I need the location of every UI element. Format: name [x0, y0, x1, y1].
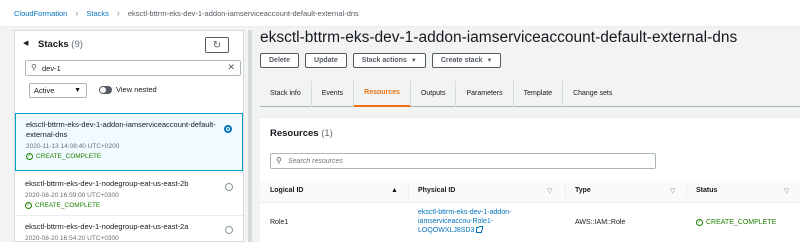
- stacks-count: (9): [71, 39, 83, 50]
- stack-radio[interactable]: [225, 183, 233, 191]
- cell-status: ✓ CREATE_COMPLETE: [696, 218, 777, 226]
- stack-list-item[interactable]: eksctl-bttrm-eks-dev-1-nodegroup-eat-us-…: [15, 172, 243, 214]
- resources-title: Resources (1): [270, 128, 333, 139]
- stacks-panel: ◀ Stacks (9) ↻ ⚲ ✕ Active ▼ View nested …: [14, 30, 244, 242]
- collapse-icon[interactable]: ◀: [23, 40, 31, 48]
- refresh-button[interactable]: ↻: [205, 37, 229, 53]
- col-logical-id[interactable]: Logical ID: [270, 187, 303, 194]
- create-stack-button[interactable]: Create stack ▼: [431, 53, 502, 68]
- col-physical-id[interactable]: Physical ID: [418, 187, 455, 194]
- stack-search-field[interactable]: ⚲ ✕: [25, 60, 241, 76]
- tab-events[interactable]: Events: [312, 80, 355, 107]
- sort-icon[interactable]: ▲: [391, 187, 398, 194]
- search-icon: ⚲: [31, 63, 37, 72]
- stack-name: eksctl-bttrm-eks-dev-1-nodegroup-eat-us-…: [25, 222, 189, 231]
- update-button[interactable]: Update: [305, 53, 347, 68]
- success-icon: ✓: [696, 219, 703, 226]
- view-nested-toggle[interactable]: [99, 86, 112, 94]
- breadcrumb-cloudformation[interactable]: CloudFormation: [14, 9, 67, 18]
- stack-radio[interactable]: [224, 125, 232, 133]
- success-icon: ✓: [26, 153, 33, 160]
- cell-type: AWS::IAM::Role: [575, 219, 626, 226]
- stacks-panel-title: Stacks (9): [38, 39, 83, 50]
- status-filter-value: Active: [34, 86, 55, 95]
- table-header: Logical ID ▲ Physical ID ▽ Type ▽ Status…: [260, 180, 800, 203]
- resources-search-input[interactable]: [288, 155, 648, 167]
- tab-change-sets[interactable]: Change sets: [563, 81, 622, 107]
- col-status[interactable]: Status: [696, 187, 717, 194]
- stack-status: ✓ CREATE_COMPLETE: [25, 202, 101, 209]
- stack-status: ✓ CREATE_COMPLETE: [26, 153, 102, 160]
- stack-detail: eksctl-bttrm-eks-dev-1-addon-iamservicea…: [252, 27, 800, 242]
- view-nested-label: View nested: [116, 85, 157, 94]
- success-icon: ✓: [25, 202, 32, 209]
- external-link-icon: [476, 226, 484, 233]
- resources-count: (1): [321, 128, 333, 139]
- chevron-right-icon: ›: [75, 8, 79, 18]
- tab-resources[interactable]: Resources: [354, 80, 411, 107]
- caret-down-icon: ▼: [74, 87, 81, 94]
- column-divider: [686, 185, 687, 198]
- stack-time: 2020-08-20 16:54:20 UTC+0300: [25, 235, 119, 242]
- sort-icon[interactable]: ▽: [784, 187, 789, 195]
- resources-panel: Resources (1) ⚲ Logical ID ▲ Physical ID…: [260, 117, 800, 242]
- cell-physical-id[interactable]: eksctl-bttrm-eks-dev-1-addon-iamservicea…: [418, 208, 538, 235]
- table-row: Role1 eksctl-bttrm-eks-dev-1-addon-iamse…: [260, 203, 800, 242]
- stack-time: 2020-11-13 14:08:40 UTC+0200: [26, 143, 120, 150]
- column-divider: [565, 185, 566, 198]
- caret-down-icon: ▼: [486, 57, 493, 64]
- cell-logical-id: Role1: [270, 219, 289, 226]
- breadcrumb-stacks[interactable]: Stacks: [86, 9, 109, 18]
- sort-icon[interactable]: ▽: [547, 187, 552, 195]
- breadcrumb-current: eksctl-bttrm-eks-dev-1-addon-iamservicea…: [127, 8, 359, 18]
- stack-actions-button[interactable]: Stack actions ▼: [352, 53, 426, 68]
- breadcrumb: CloudFormation › Stacks › eksctl-bttrm-e…: [0, 0, 800, 27]
- tab-outputs[interactable]: Outputs: [411, 80, 457, 107]
- stacks-panel-header: ◀ Stacks (9) ↻: [15, 31, 243, 57]
- column-divider: [408, 185, 409, 198]
- search-icon: ⚲: [276, 156, 282, 165]
- tab-template[interactable]: Template: [514, 80, 564, 107]
- stack-list-item[interactable]: eksctl-bttrm-eks-dev-1-addon-iamservicea…: [15, 113, 243, 171]
- stack-radio[interactable]: [225, 226, 233, 234]
- stack-search-input[interactable]: [42, 62, 222, 74]
- col-type[interactable]: Type: [575, 187, 591, 194]
- status-filter-select[interactable]: Active ▼: [29, 83, 87, 98]
- chevron-right-icon: ›: [116, 8, 120, 18]
- tab-parameters[interactable]: Parameters: [456, 80, 514, 107]
- sort-icon[interactable]: ▽: [670, 187, 675, 195]
- toggle-knob: [100, 87, 106, 93]
- resources-search-field[interactable]: ⚲: [270, 153, 656, 169]
- stack-tabs: Stack info Events Resources Outputs Para…: [260, 80, 800, 107]
- delete-button[interactable]: Delete: [260, 53, 300, 68]
- clear-icon[interactable]: ✕: [227, 62, 235, 73]
- tab-stack-info[interactable]: Stack info: [260, 80, 312, 107]
- stack-name: eksctl-bttrm-eks-dev-1-addon-iamservicea…: [26, 120, 216, 139]
- action-bar: Delete Update Stack actions ▼ Create stac…: [260, 53, 502, 68]
- stack-name: eksctl-bttrm-eks-dev-1-nodegroup-eat-us-…: [25, 179, 189, 188]
- refresh-icon: ↻: [212, 39, 222, 51]
- stack-list-item[interactable]: eksctl-bttrm-eks-dev-1-nodegroup-eat-us-…: [15, 215, 243, 242]
- page-title: eksctl-bttrm-eks-dev-1-addon-iamservicea…: [260, 29, 738, 46]
- caret-down-icon: ▼: [410, 57, 417, 64]
- stack-time: 2020-08-20 16:59:00 UTC+0300: [25, 192, 119, 199]
